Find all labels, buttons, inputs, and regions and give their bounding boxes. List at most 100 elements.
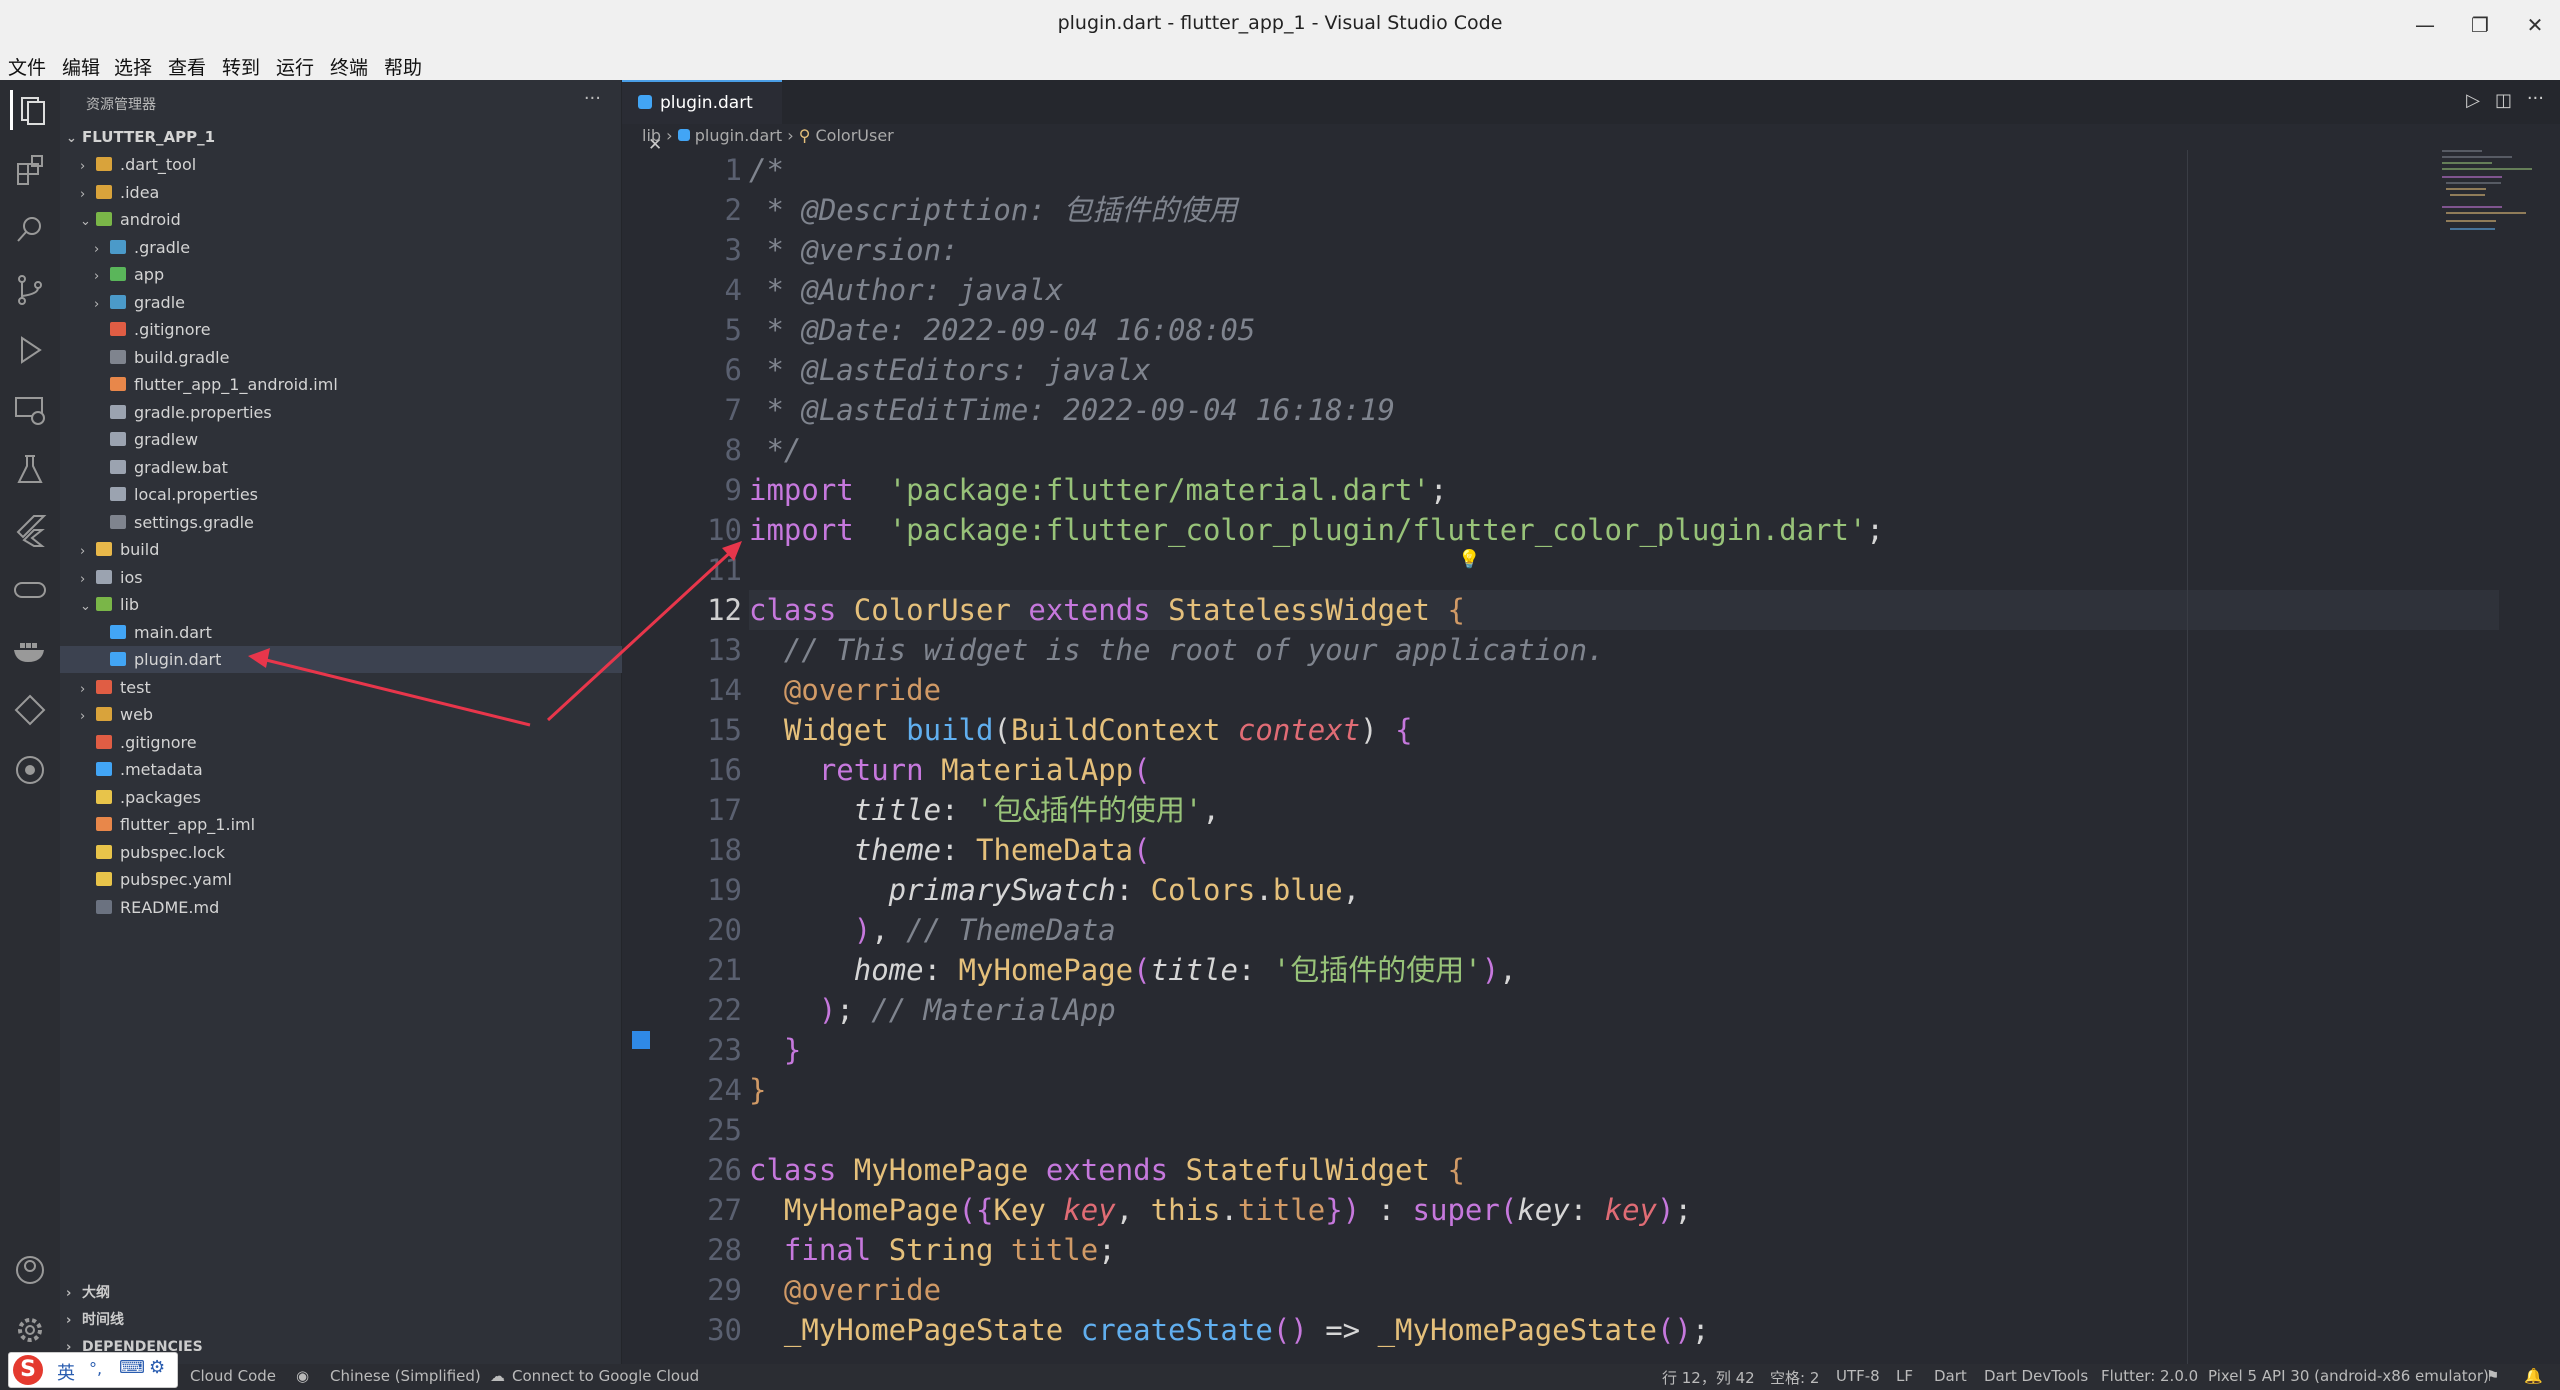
extensions-icon[interactable] — [10, 150, 50, 190]
cloud-code-status[interactable]: Cloud Code — [190, 1367, 276, 1385]
settings-gear-icon[interactable] — [10, 1310, 50, 1350]
code-line[interactable]: home: MyHomePage(title: '包插件的使用'), — [749, 950, 2499, 990]
code-line[interactable]: * @version: — [749, 230, 2499, 270]
code-line[interactable]: primarySwatch: Colors.blue, — [749, 870, 2499, 910]
search-icon[interactable] — [10, 210, 50, 250]
tree-item[interactable]: .gitignore — [60, 729, 622, 756]
code-line[interactable]: ); // MaterialApp — [749, 990, 2499, 1030]
code-line[interactable]: * @Descripttion: 包插件的使用 — [749, 190, 2499, 230]
ime-settings-icon[interactable]: ⚙ — [149, 1357, 165, 1378]
tree-item[interactable]: › gradle — [60, 289, 622, 316]
ime-toolbar[interactable]: S 英 °, ⌨ ⚙ — [8, 1352, 178, 1388]
tree-item[interactable]: gradlew.bat — [60, 454, 622, 481]
menu-view[interactable]: 查看 — [168, 53, 206, 80]
breadcrumb-symbol[interactable]: ColorUser — [816, 126, 894, 145]
breadcrumb-file[interactable]: plugin.dart — [695, 126, 782, 145]
code-line[interactable]: class ColorUser extends StatelessWidget … — [749, 590, 2499, 630]
language-pack-status[interactable]: Chinese (Simplified) — [330, 1367, 481, 1385]
tree-item[interactable]: › .idea — [60, 179, 622, 206]
tree-item[interactable]: settings.gradle — [60, 509, 622, 536]
code-line[interactable]: ), // ThemeData — [749, 910, 2499, 950]
code-line[interactable]: * @LastEditTime: 2022-09-04 16:18:19 — [749, 390, 2499, 430]
menu-selection[interactable]: 选择 — [114, 53, 152, 80]
restore-icon[interactable]: ❐ — [2460, 10, 2500, 40]
ime-mode-label[interactable]: 英 — [57, 1359, 75, 1385]
keyboard-icon[interactable]: ⌨ — [119, 1357, 145, 1378]
tree-item[interactable]: ⌄ android — [60, 206, 622, 233]
code-line[interactable]: @override — [749, 670, 2499, 710]
git-graph-icon[interactable] — [10, 690, 50, 730]
lightbulb-icon[interactable]: 💡 — [1458, 549, 1480, 570]
code-line[interactable] — [749, 550, 2499, 590]
tree-item[interactable]: pubspec.yaml — [60, 866, 622, 893]
run-icon[interactable]: ▷ — [2466, 90, 2480, 111]
remote-explorer-icon[interactable] — [10, 390, 50, 430]
tree-item[interactable]: › ios — [60, 564, 622, 591]
section-timeline[interactable]: › 时间线 — [60, 1307, 622, 1334]
eol-status[interactable]: LF — [1896, 1367, 1913, 1385]
tree-item[interactable]: › build — [60, 536, 622, 563]
flutter-icon[interactable] — [10, 510, 50, 550]
tree-item[interactable]: build.gradle — [60, 344, 622, 371]
minimize-icon[interactable]: — — [2405, 10, 2445, 40]
code-line[interactable]: */ — [749, 430, 2499, 470]
accounts-icon[interactable] — [10, 1250, 50, 1290]
device-status[interactable]: Pixel 5 API 30 (android-x86 emulator) — [2208, 1367, 2489, 1385]
tree-item[interactable]: .gitignore — [60, 316, 622, 343]
code-line[interactable]: Widget build(BuildContext context) { — [749, 710, 2499, 750]
code-line[interactable]: /* — [749, 150, 2499, 190]
code-line[interactable]: import 'package:flutter_color_plugin/flu… — [749, 510, 2499, 550]
tree-item[interactable]: flutter_app_1.iml — [60, 811, 622, 838]
tree-item[interactable]: › .dart_tool — [60, 151, 622, 178]
menu-help[interactable]: 帮助 — [384, 53, 422, 80]
devtools-status[interactable]: Dart DevTools — [1984, 1367, 2088, 1385]
menu-file[interactable]: 文件 — [8, 53, 46, 80]
tree-item[interactable]: ⌄ lib — [60, 591, 622, 618]
section-outline[interactable]: › 大纲 — [60, 1280, 622, 1307]
notifications-bell-icon[interactable]: 🔔 — [2524, 1367, 2543, 1385]
tree-item[interactable]: › test — [60, 674, 622, 701]
tree-item[interactable]: local.properties — [60, 481, 622, 508]
source-control-icon[interactable] — [10, 270, 50, 310]
tree-item[interactable]: flutter_app_1_android.iml — [60, 371, 622, 398]
tree-item[interactable]: main.dart — [60, 619, 622, 646]
code-line[interactable]: final String title; — [749, 1230, 2499, 1270]
code-line[interactable]: theme: ThemeData( — [749, 830, 2499, 870]
tree-item[interactable]: pubspec.lock — [60, 839, 622, 866]
testing-icon[interactable] — [10, 450, 50, 490]
tree-item[interactable]: › app — [60, 261, 622, 288]
menu-edit[interactable]: 编辑 — [62, 53, 100, 80]
close-icon[interactable]: ✕ — [2515, 10, 2555, 40]
punctuation-icon[interactable]: °, — [89, 1359, 102, 1378]
code-line[interactable]: _MyHomePageState createState() => _MyHom… — [749, 1310, 2499, 1350]
menu-run[interactable]: 运行 — [276, 53, 314, 80]
code-line[interactable]: * @Author: javalx — [749, 270, 2499, 310]
encoding-status[interactable]: UTF-8 — [1836, 1367, 1880, 1385]
language-mode-status[interactable]: Dart — [1934, 1367, 1967, 1385]
tree-item[interactable]: gradle.properties — [60, 399, 622, 426]
tree-item[interactable]: .packages — [60, 784, 622, 811]
tree-item[interactable]: plugin.dart — [60, 646, 622, 673]
code-line[interactable]: class MyHomePage extends StatefulWidget … — [749, 1150, 2499, 1190]
run-debug-icon[interactable] — [10, 330, 50, 370]
menu-go[interactable]: 转到 — [222, 53, 260, 80]
connect-cloud-status[interactable]: Connect to Google Cloud — [512, 1367, 699, 1385]
code-line[interactable]: return MaterialApp( — [749, 750, 2499, 790]
breadcrumb-lib[interactable]: lib — [642, 126, 661, 145]
code-line[interactable]: title: '包&插件的使用', — [749, 790, 2499, 830]
code-line[interactable]: * @Date: 2022-09-04 16:08:05 — [749, 310, 2499, 350]
kubernetes-icon[interactable] — [10, 750, 50, 790]
code-line[interactable]: * @LastEditors: javalx — [749, 350, 2499, 390]
flutter-version-status[interactable]: Flutter: 2.0.0 — [2101, 1367, 2198, 1385]
tree-item[interactable]: gradlew — [60, 426, 622, 453]
editor-more-icon[interactable]: ··· — [2527, 88, 2544, 109]
minimap[interactable] — [2442, 150, 2542, 300]
tree-item[interactable]: .metadata — [60, 756, 622, 783]
code-line[interactable]: // This widget is the root of your appli… — [749, 630, 2499, 670]
gamepad-icon[interactable] — [10, 570, 50, 610]
cursor-position-status[interactable]: 行 12，列 42 — [1662, 1367, 1755, 1388]
code-line[interactable]: import 'package:flutter/material.dart'; — [749, 470, 2499, 510]
explorer-icon[interactable] — [10, 90, 50, 130]
feedback-icon[interactable]: ⚑ — [2486, 1367, 2499, 1385]
workspace-root[interactable]: ⌄ FLUTTER_APP_1 — [60, 124, 622, 151]
